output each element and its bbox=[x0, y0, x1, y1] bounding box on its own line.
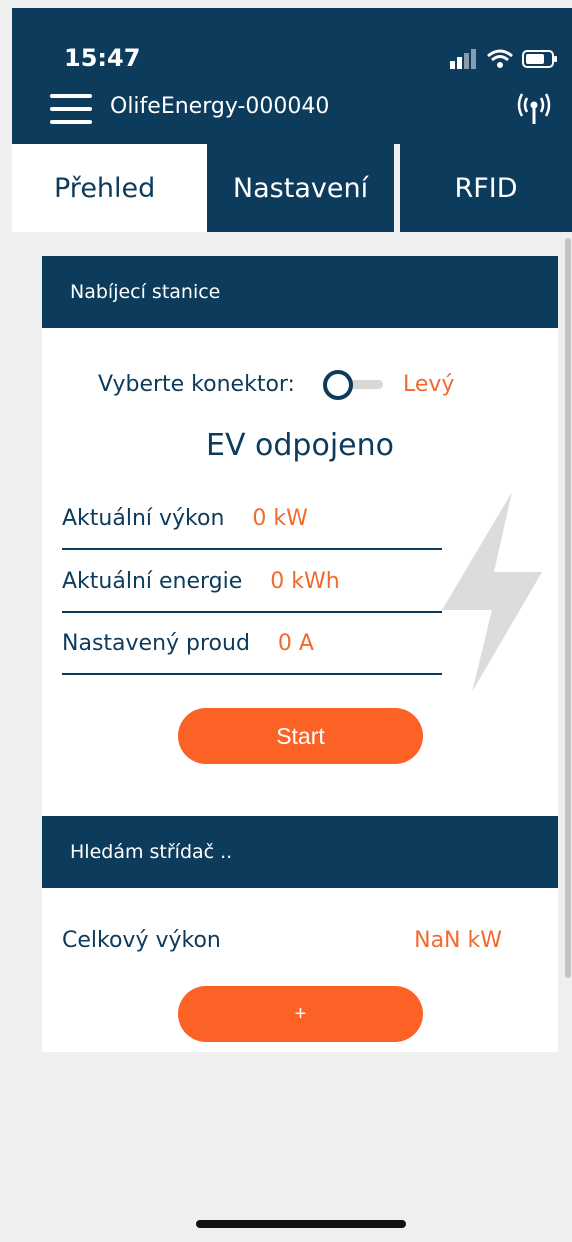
metric-row-energy: Aktuální energie 0 kWh bbox=[62, 551, 442, 613]
connector-selector: Vyberte konektor: Levý bbox=[98, 370, 455, 400]
status-time: 15:47 bbox=[64, 44, 141, 72]
total-power-label: Celkový výkon bbox=[62, 928, 221, 953]
status-icons bbox=[448, 48, 558, 70]
total-power-row: Celkový výkon NaN kW bbox=[62, 928, 502, 953]
metric-label: Nastavený proud bbox=[62, 630, 250, 656]
metric-row-power: Aktuální výkon 0 kW bbox=[62, 488, 442, 550]
metric-row-current: Nastavený proud 0 A bbox=[62, 613, 442, 675]
connector-value: Levý bbox=[402, 371, 455, 397]
wireless-connection-icon[interactable] bbox=[514, 92, 554, 126]
ev-status: EV odpojeno bbox=[206, 428, 394, 463]
connector-toggle[interactable] bbox=[322, 370, 385, 400]
wifi-icon bbox=[487, 49, 513, 68]
hamburger-menu-icon[interactable] bbox=[50, 94, 92, 126]
metric-value: 0 kWh bbox=[270, 568, 340, 594]
tab-bar: Přehled Nastavení RFID bbox=[0, 144, 572, 232]
add-button[interactable]: + bbox=[178, 986, 423, 1042]
connector-label: Vyberte konektor: bbox=[98, 371, 295, 397]
signal-icon bbox=[450, 49, 476, 69]
scrollbar[interactable] bbox=[565, 238, 571, 978]
lightning-bolt-icon bbox=[442, 492, 542, 692]
metric-label: Aktuální výkon bbox=[62, 505, 225, 531]
start-button[interactable]: Start bbox=[178, 708, 423, 764]
inverter-header: Hledám střídač .. bbox=[42, 816, 558, 888]
app-bar: 15:47 OlifeEnergy-000040 bbox=[12, 8, 572, 144]
app-title: OlifeEnergy-000040 bbox=[110, 94, 330, 119]
metric-label: Aktuální energie bbox=[62, 568, 243, 594]
total-power-value: NaN kW bbox=[414, 928, 502, 953]
metric-value: 0 kW bbox=[252, 505, 308, 531]
battery-icon bbox=[522, 50, 557, 68]
metric-value: 0 A bbox=[277, 630, 314, 656]
charging-station-header: Nabíjecí stanice bbox=[42, 256, 558, 328]
tab-nastaveni[interactable]: Nastavení bbox=[207, 144, 394, 232]
home-indicator[interactable] bbox=[196, 1220, 406, 1228]
tab-rfid[interactable]: RFID bbox=[400, 144, 572, 232]
tab-prehled[interactable]: Přehled bbox=[12, 144, 207, 232]
charging-station-card: Nabíjecí stanice Vyberte konektor: Levý … bbox=[42, 256, 558, 816]
app-screen: 15:47 OlifeEnergy-000040 Přehled Nastave… bbox=[0, 0, 572, 1242]
inverter-card: Hledám střídač .. Celkový výkon NaN kW + bbox=[42, 816, 558, 1052]
